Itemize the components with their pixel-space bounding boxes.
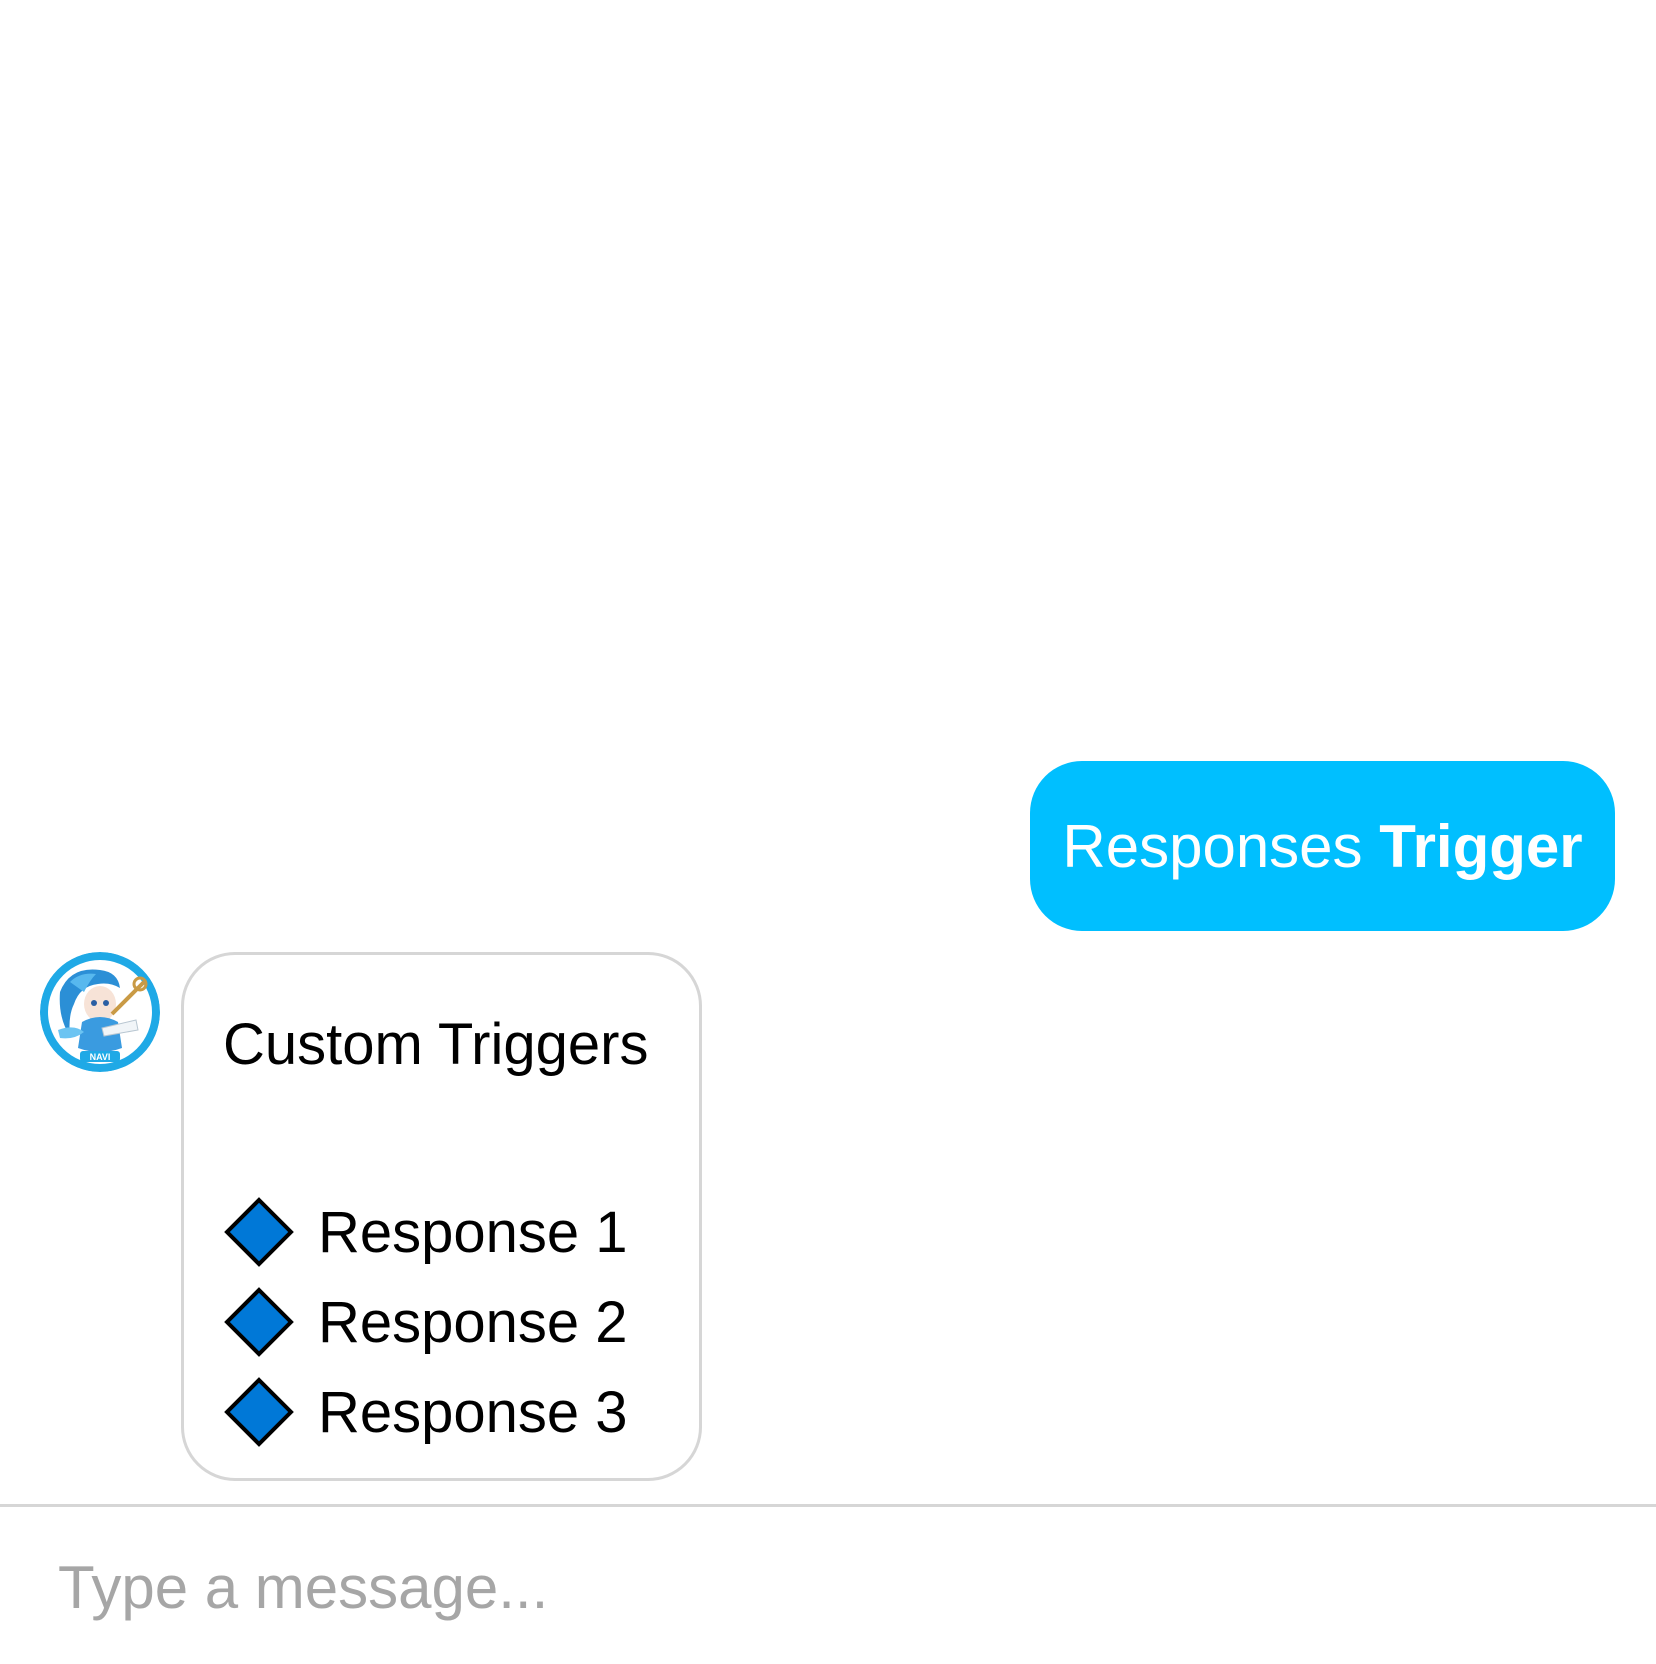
response-option: Response 1 [224, 1187, 628, 1277]
user-message-emphasis: Trigger [1379, 812, 1583, 880]
user-message-bubble: Responses Trigger [1030, 761, 1615, 931]
response-option: Response 3 [224, 1367, 628, 1457]
response-label: Response 2 [318, 1289, 628, 1355]
response-label: Response 3 [318, 1379, 628, 1445]
message-composer [0, 1507, 1656, 1664]
chat-messages-area: Responses Trigger NAVI Custom Triggers R… [0, 0, 1656, 1504]
navi-avatar-icon: NAVI [40, 952, 160, 1072]
blue-diamond-icon [224, 1287, 294, 1357]
response-label: Response 1 [318, 1199, 628, 1265]
blue-diamond-icon [224, 1377, 294, 1447]
response-option: Response 2 [224, 1277, 628, 1367]
blue-diamond-icon [224, 1197, 294, 1267]
bot-message-title: Custom Triggers [223, 1012, 649, 1077]
user-message-text: Responses [1062, 812, 1363, 880]
bot-message-bubble: Custom Triggers Response 1 Response 2 Re… [181, 952, 702, 1481]
message-input[interactable] [58, 1527, 1618, 1647]
svg-text:NAVI: NAVI [90, 1052, 111, 1062]
response-list: Response 1 Response 2 Response 3 [224, 1187, 628, 1457]
bot-avatar: NAVI [40, 952, 160, 1072]
